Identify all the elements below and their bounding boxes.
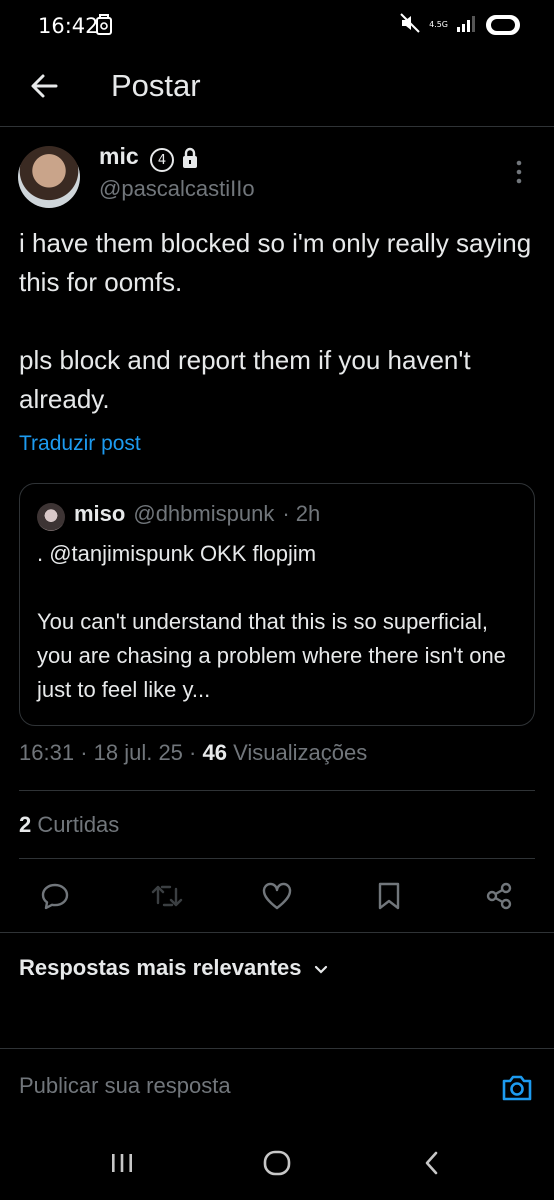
divider (19, 790, 535, 791)
replies-sort-label: Respostas mais relevantes (19, 955, 302, 980)
bookmark-icon[interactable] (371, 878, 407, 914)
post-meta: 16:31 · 18 jul. 25 · 46 Visualizações (19, 740, 367, 766)
more-options-icon[interactable] (514, 159, 524, 189)
divider (0, 1048, 554, 1049)
quoted-author-handle: @dhbmispunk (133, 501, 275, 526)
notification-icon (94, 12, 114, 40)
author-badge: 4 (150, 148, 174, 172)
quoted-author-name: miso (74, 501, 126, 526)
reply-icon[interactable] (37, 878, 73, 914)
likes-label: Curtidas (37, 812, 120, 837)
post-time: 16:31 (19, 740, 75, 765)
reply-input[interactable] (19, 1073, 479, 1099)
camera-icon[interactable] (500, 1072, 534, 1108)
chevron-down-icon (314, 955, 328, 981)
author-name[interactable]: mic (99, 143, 139, 170)
back-arrow-icon[interactable] (28, 70, 60, 102)
author-avatar[interactable] (18, 146, 80, 208)
author-handle[interactable]: @pascalcastiIIo (99, 176, 255, 202)
mute-icon (399, 12, 421, 38)
lock-icon (180, 147, 200, 173)
header-divider (0, 126, 554, 127)
quoted-time: · 2h (282, 501, 321, 526)
status-time: 16:42 (38, 14, 99, 38)
recent-apps-icon[interactable] (102, 1148, 142, 1178)
home-icon[interactable] (257, 1148, 297, 1178)
quoted-avatar (37, 503, 65, 531)
likes-count: 2 (19, 812, 32, 837)
repost-icon[interactable] (149, 878, 185, 914)
translate-post-link[interactable]: Traduzir post (19, 432, 141, 456)
divider (0, 932, 554, 933)
likes-summary[interactable]: 2 Curtidas (19, 812, 119, 838)
views-count: 46 (202, 740, 227, 765)
divider (19, 858, 535, 859)
replies-sort-dropdown[interactable]: Respostas mais relevantes (19, 955, 328, 981)
battery-icon (486, 15, 520, 35)
page-title: Postar (111, 68, 201, 103)
status-icons: 4.5G (399, 12, 520, 38)
quoted-post-header: miso @dhbmispunk · 2h (74, 501, 320, 527)
signal-icon (456, 14, 478, 36)
views-label: Visualizações (233, 740, 368, 765)
quoted-post-text: . @tanjimispunk OKK flopjim You can't un… (37, 541, 506, 702)
post-text: i have them blocked so i'm only really s… (19, 228, 532, 414)
like-heart-icon[interactable] (259, 878, 295, 914)
back-nav-icon[interactable] (412, 1148, 452, 1178)
post-date: · 18 jul. 25 · (80, 740, 197, 765)
network-label: 4.5G (429, 20, 448, 29)
share-icon[interactable] (481, 878, 517, 914)
